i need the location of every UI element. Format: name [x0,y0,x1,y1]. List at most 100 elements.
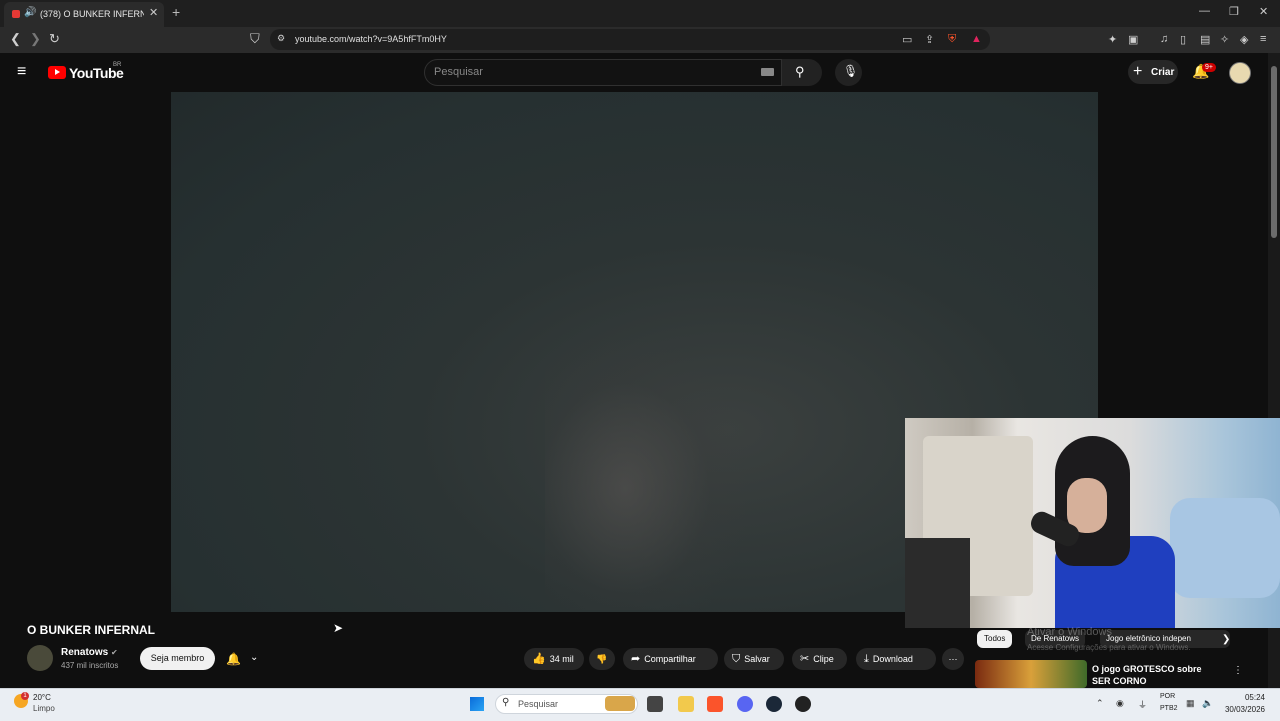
rewards-icon[interactable]: ▲ [971,33,982,45]
tray-app-icon[interactable]: ◉ [1116,698,1124,709]
clock-date[interactable]: 30/03/2026 [1215,705,1265,714]
browser-tab-bar [0,0,1280,27]
share-arrow-icon: ➦ [631,653,641,665]
channel-avatar[interactable] [27,645,53,671]
mouse-cursor-icon: ➤ [333,621,344,635]
windows-start-icon[interactable] [470,697,484,711]
site-info-icon[interactable]: ⚙ [277,33,285,44]
clip-label: Clipe [813,654,834,664]
webcam-overlay [905,418,1280,628]
share-icon[interactable]: ⇪ [925,33,934,46]
wallet-icon[interactable]: ▣ [1128,33,1138,46]
sidebar-icon[interactable]: ▯ [1180,33,1186,46]
steam-icon[interactable] [766,696,782,712]
close-tab-icon[interactable]: ✕ [149,6,158,19]
windows-taskbar [0,688,1280,721]
menu-icon[interactable]: ≡ [1260,33,1266,45]
save-label: Salvar [744,654,770,664]
channel-name[interactable]: Renatows [61,647,108,658]
network-icon[interactable]: ▦ [1186,698,1195,709]
minimize-icon[interactable]: — [1199,5,1210,17]
download-icon: ⤓ [864,653,869,665]
recommended-more-icon[interactable]: ⋮ [1233,665,1243,676]
share-button[interactable]: ➦ Compartilhar [623,648,718,670]
tab-title: (378) O BUNKER INFERNAL - [40,9,144,19]
tray-overflow-icon[interactable]: ⌃ [1096,698,1104,709]
like-button[interactable]: 👍 34 mil [524,648,584,670]
video-frame-figure [545,340,745,610]
share-label: Compartilhar [644,654,696,664]
thumbs-up-icon: 👍 [532,653,546,665]
input-language[interactable]: POR [1160,693,1175,700]
windows-activation-hint: Acesse Configurações para ativar o Windo… [1027,643,1191,652]
browser-tab[interactable]: 🔊 (378) O BUNKER INFERNAL - ✕ [4,2,164,27]
play-triangle-icon [55,69,60,75]
region-code: BR [113,62,122,68]
maximize-icon[interactable]: ❐ [1229,5,1239,18]
subscription-bell-icon[interactable]: 🔔 [226,652,241,666]
clock-time[interactable]: 05:24 [1225,693,1265,702]
join-member-button[interactable]: Seja membro [140,647,215,670]
tray-usb-icon[interactable]: ⏚ [1138,698,1147,711]
weather-temperature[interactable]: 20°C [33,693,51,702]
like-count: 34 mil [549,654,574,664]
search-highlight-image [605,696,635,711]
plus-icon: + [1133,63,1143,80]
speaker-icon[interactable]: 🔊 [24,7,36,18]
account-avatar[interactable] [1229,62,1251,84]
download-label: Download [872,654,913,664]
tabs-icon[interactable]: ▤ [1200,33,1210,46]
bookmark-save-icon: ⛉ [732,653,741,665]
vpn-icon[interactable]: ◈ [1240,33,1248,46]
chevron-right-icon[interactable]: ❯ [1222,634,1230,645]
weather-description[interactable]: Limpo [33,704,55,713]
download-button[interactable]: ⤓ Download [856,648,936,670]
close-window-icon[interactable]: ✕ [1259,5,1268,18]
create-label: Criar [1151,67,1175,78]
hamburger-menu-icon[interactable]: ≡ [17,63,26,81]
brave-shield-icon[interactable]: ⛨ [948,33,956,46]
file-explorer-icon[interactable] [678,696,694,712]
more-actions-button[interactable]: ⋯ [942,648,964,670]
voice-search-button[interactable]: 🎙 [835,59,862,86]
url-text[interactable]: youtube.com/watch?v=9A5hfFTm0HY [295,34,447,44]
music-icon[interactable]: ♫ [1160,33,1168,45]
taskbar-search-icon: ⚲ [502,697,510,708]
obs-icon[interactable] [795,696,811,712]
discord-icon[interactable] [737,696,753,712]
search-button[interactable]: ⚲ [782,59,822,86]
new-tab-button[interactable]: + [172,4,180,20]
scissors-icon: ✂ [800,653,810,665]
chip-all[interactable]: Todos [977,630,1013,648]
search-icon: ⚲ [795,64,805,79]
extensions-icon[interactable]: ✦ [1108,33,1117,46]
recommended-title[interactable]: O jogo GROTESCO sobre SER CORNO [1092,663,1222,687]
reload-icon[interactable]: ↻ [49,31,60,47]
notification-count-badge: 9+ [1202,63,1216,72]
taskbar-search-label: Pesquisar [518,699,559,709]
nightstand [905,538,970,628]
volume-icon[interactable]: 🔈 [1202,698,1213,709]
dislike-button[interactable]: 👎 [589,648,615,670]
leo-icon[interactable]: ✧ [1220,33,1229,46]
bookmark-icon[interactable]: ⛉ [250,31,260,47]
verified-check-icon: ✔ [111,648,118,657]
chevron-down-icon[interactable]: ⌄ [250,652,258,663]
brave-browser-icon[interactable] [707,696,723,712]
search-placeholder: Pesquisar [434,66,483,78]
back-icon[interactable]: ❮ [10,31,21,47]
recommended-thumbnail[interactable] [975,660,1087,688]
bedding [1170,498,1280,598]
keyboard-layout[interactable]: PTB2 [1160,705,1178,712]
youtube-favicon-icon [12,10,20,18]
task-view-icon[interactable] [647,696,663,712]
save-button[interactable]: ⛉ Salvar [724,648,784,670]
scrollbar-thumb[interactable] [1271,66,1277,238]
weather-badge: 1 [21,692,29,700]
keyboard-icon[interactable] [761,68,774,76]
video-title: O BUNKER INFERNAL [27,623,155,637]
clip-button[interactable]: ✂ Clipe [792,648,847,670]
forward-icon[interactable]: ❯ [30,31,41,47]
windows-activation-watermark: Ativar o Windows [1027,626,1112,638]
cast-icon[interactable]: ▭ [902,33,912,46]
